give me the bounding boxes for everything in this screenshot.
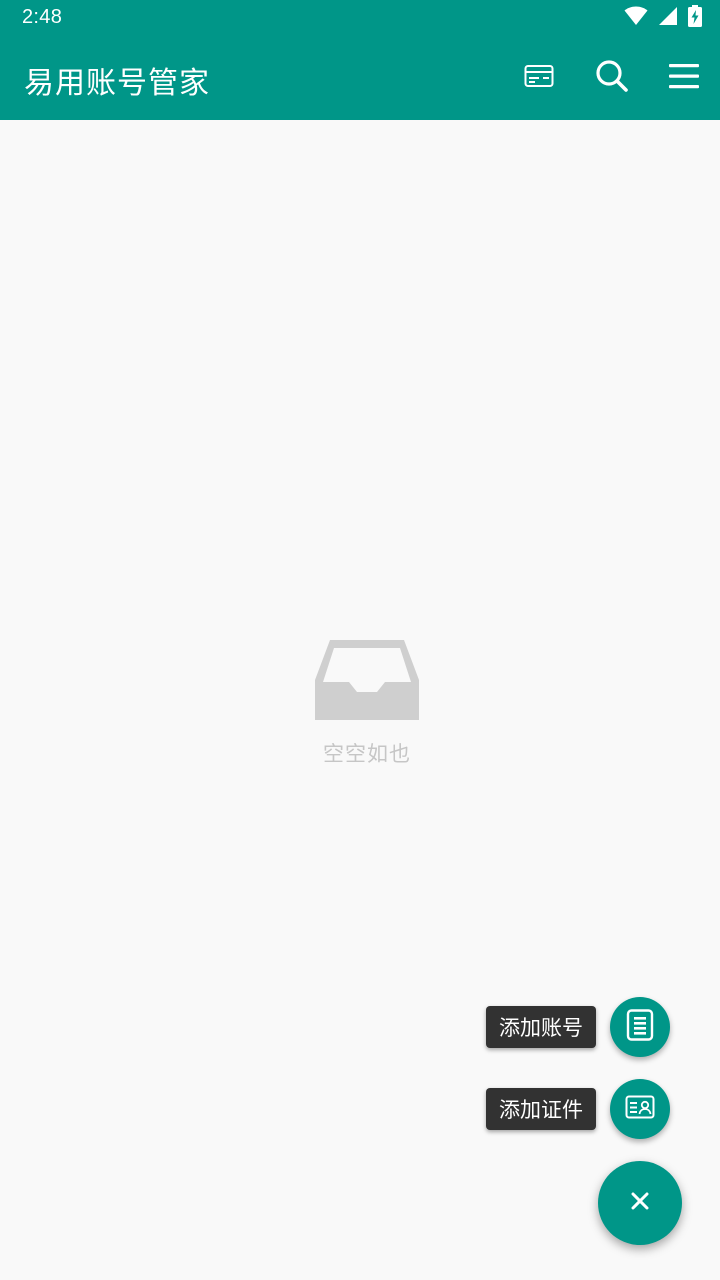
cell-signal-icon — [658, 6, 678, 30]
app-bar: 易用账号管家 — [0, 36, 720, 120]
app-title: 易用账号管家 — [24, 66, 210, 101]
inbox-tray-icon — [313, 636, 421, 724]
empty-state: 空空如也 — [0, 636, 720, 768]
search-icon — [595, 59, 629, 97]
battery-charging-icon — [688, 5, 702, 31]
id-card-icon — [625, 1095, 655, 1123]
menu-button[interactable] — [660, 54, 708, 102]
fab-label-add-certificate[interactable]: 添加证件 — [486, 1088, 596, 1130]
status-icons — [624, 5, 702, 31]
screen: 2:48 易用账号管家 空空如也 添加账号 添加证件 — [0, 0, 720, 1280]
status-bar: 2:48 — [0, 0, 720, 36]
close-icon — [630, 1191, 650, 1215]
card-icon — [524, 64, 554, 92]
document-list-icon — [626, 1009, 654, 1045]
status-time: 2:48 — [22, 6, 63, 28]
fab-label-add-account[interactable]: 添加账号 — [486, 1006, 596, 1048]
search-button[interactable] — [588, 54, 636, 102]
wifi-icon — [624, 6, 648, 30]
card-button[interactable] — [515, 54, 563, 102]
main-fab[interactable] — [598, 1161, 682, 1245]
empty-state-text: 空空如也 — [323, 742, 411, 766]
add-certificate-fab[interactable] — [610, 1079, 670, 1139]
add-account-fab[interactable] — [610, 997, 670, 1057]
menu-icon — [668, 62, 700, 94]
